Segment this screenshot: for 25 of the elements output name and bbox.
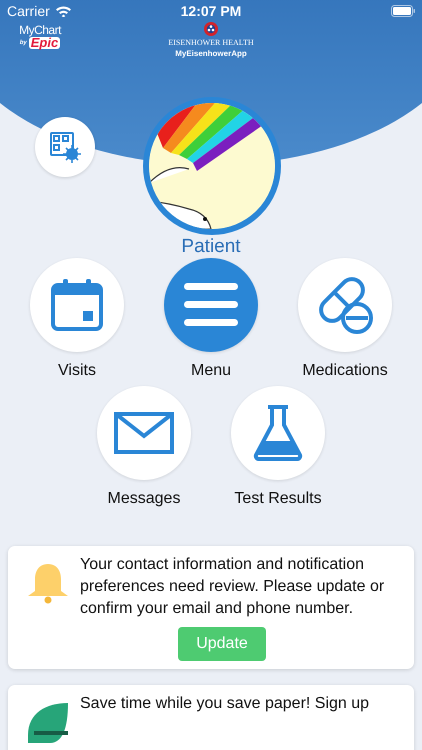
menu-tile[interactable]: Menu — [164, 258, 258, 380]
flask-icon — [253, 405, 303, 461]
epic-logo-text: Epic — [28, 37, 60, 49]
app-name: MyEisenhowerApp — [175, 49, 247, 58]
bell-icon — [26, 562, 70, 606]
star-emblem-icon — [204, 22, 218, 36]
menu-tile[interactable]: Medications — [298, 258, 392, 380]
leaf-icon — [26, 701, 70, 745]
envelope-icon — [114, 412, 174, 454]
mychart-logo-text: MyChart — [19, 24, 61, 37]
carrier-label: Carrier — [7, 3, 50, 19]
calendar-icon — [49, 277, 105, 333]
qr-virus-icon — [49, 131, 81, 163]
menu-tile[interactable]: Visits — [30, 258, 124, 380]
wifi-icon — [54, 5, 72, 17]
notification-text: Your contact information and notification preferences need review. Please update or confirm your email and phone number. — [80, 555, 386, 619]
qr-code-button[interactable] — [35, 117, 95, 177]
notification-text: Save time while you save paper! Sign up — [80, 694, 370, 714]
menu-icon — [184, 283, 238, 327]
menu-tile[interactable]: Messages — [97, 386, 191, 508]
battery-icon — [391, 5, 415, 17]
organization-name: EISENHOWER HEALTH — [168, 38, 254, 47]
menu-tile[interactable]: Test Results — [231, 386, 325, 508]
patient-name[interactable]: Patient — [181, 236, 241, 258]
clock-time: 12:07 PM — [180, 3, 242, 19]
